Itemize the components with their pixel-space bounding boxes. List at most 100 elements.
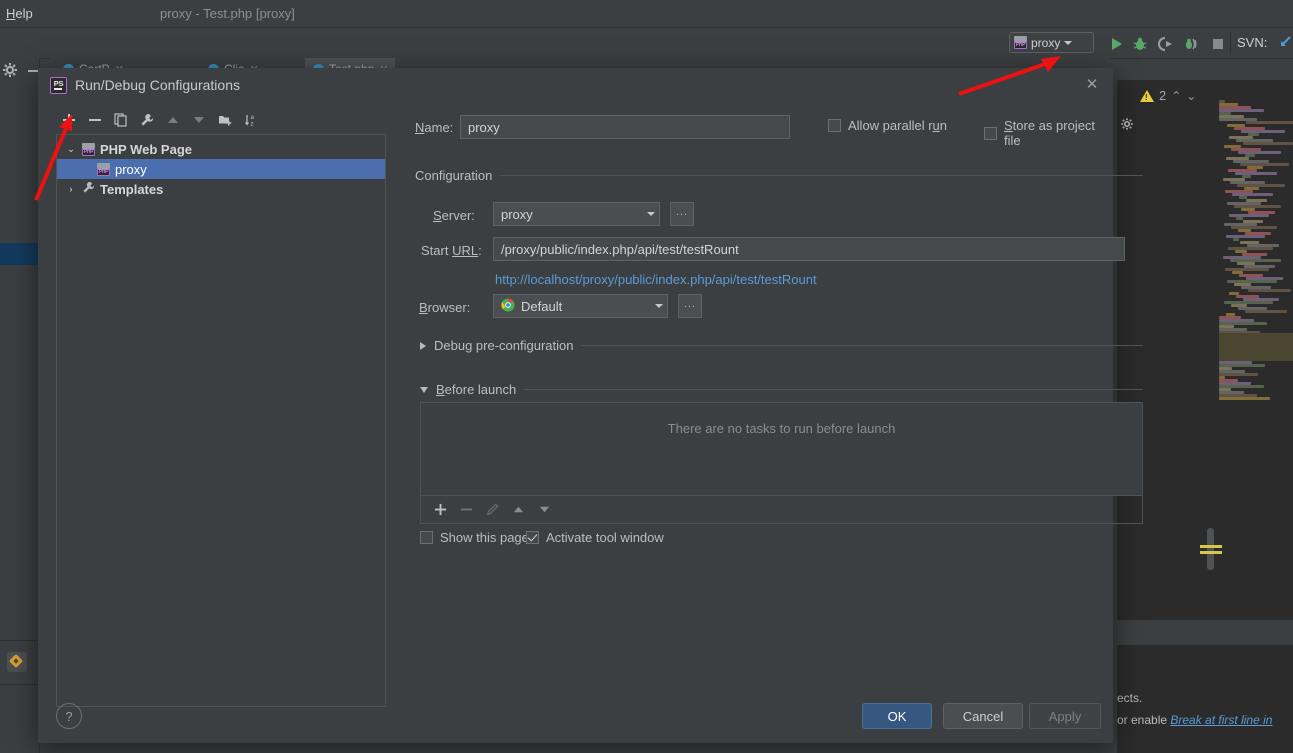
main-toolbar	[0, 28, 1293, 59]
dialog-title: Run/Debug Configurations	[75, 77, 240, 93]
run-with-coverage-icon[interactable]	[1157, 36, 1173, 52]
resolved-url-link[interactable]: http://localhost/proxy/public/index.php/…	[495, 272, 817, 287]
left-tool-strip	[0, 58, 40, 753]
chevron-down-icon[interactable]: ⌄	[65, 144, 77, 155]
start-url-input[interactable]	[493, 237, 1125, 261]
configuration-group-header: Configuration	[415, 168, 1143, 183]
dialog-title-bar: PS Run/Debug Configurations	[38, 68, 1113, 102]
console-line-2-prefix: or enable	[1117, 713, 1170, 727]
chevron-right-icon[interactable]	[420, 342, 426, 350]
menu-bar: HHelpelp proxy - Test.php [proxy]	[0, 0, 1293, 28]
move-task-down-button	[531, 497, 557, 523]
ide-window: HHelpelp proxy - Test.php [proxy] PHP pr…	[0, 0, 1293, 753]
remove-configuration-button[interactable]	[82, 107, 108, 133]
chevron-down-icon	[647, 212, 655, 216]
help-button[interactable]: ?	[56, 703, 82, 729]
bookmark-toggle-button[interactable]	[7, 652, 27, 672]
checkbox-box[interactable]	[526, 531, 539, 544]
tasks-toolbar	[420, 496, 1143, 524]
tree-node-templates[interactable]: › Templates	[57, 179, 385, 199]
ok-button[interactable]: OK	[862, 703, 932, 729]
add-configuration-button[interactable]	[56, 107, 82, 133]
name-input[interactable]	[460, 115, 790, 139]
browser-value: Default	[521, 299, 562, 314]
close-icon[interactable]: ✕	[1083, 76, 1101, 94]
toolbar-divider	[1230, 33, 1231, 53]
chevron-down-icon[interactable]	[420, 387, 428, 393]
checkbox-box[interactable]	[984, 127, 997, 140]
configuration-form: Name: Allow parallel run Store as projec…	[398, 106, 1098, 706]
store-as-project-file-checkbox[interactable]: Store as project file	[984, 118, 1098, 148]
phpstorm-icon: PS	[50, 77, 67, 94]
create-folder-button[interactable]	[212, 107, 238, 133]
activate-tool-window-checkbox[interactable]: Activate tool window	[526, 530, 664, 545]
tasks-empty-text: There are no tasks to run before launch	[668, 421, 896, 436]
run-configuration-selector[interactable]: PHP proxy	[1009, 32, 1094, 53]
tree-node-label: Templates	[100, 182, 163, 197]
remove-task-button	[453, 497, 479, 523]
move-task-up-button	[505, 497, 531, 523]
run-configuration-label: proxy	[1031, 36, 1060, 50]
minimap-marker	[1200, 545, 1222, 548]
svn-label: SVN:	[1237, 35, 1267, 50]
tree-node-label: PHP Web Page	[100, 142, 192, 157]
copy-configuration-button[interactable]	[108, 107, 134, 133]
configuration-tree[interactable]: ⌄ PHP PHP Web Page PHP proxy › Templates	[56, 134, 386, 707]
group-divider	[500, 175, 1143, 176]
gear-icon[interactable]	[2, 62, 18, 78]
move-down-button	[186, 107, 212, 133]
break-at-first-line-link[interactable]: Break at first line in	[1170, 713, 1272, 727]
chevron-right-icon[interactable]: ›	[65, 184, 77, 194]
php-web-page-icon: PHP	[97, 163, 110, 176]
allow-parallel-run-checkbox[interactable]: Allow parallel run	[828, 118, 947, 133]
activate-tool-window-label: Activate tool window	[546, 530, 664, 545]
dialog-footer: ? OK Cancel Apply	[38, 693, 1113, 743]
run-icon[interactable]	[1108, 36, 1124, 52]
debug-preconfiguration-section[interactable]: Debug pre-configuration	[420, 338, 1143, 353]
stop-icon	[1210, 36, 1226, 52]
console-line-1: ects.	[1117, 691, 1142, 705]
tree-node-label: proxy	[115, 162, 147, 177]
project-file-gear-icon[interactable]	[1120, 117, 1136, 133]
add-task-button[interactable]	[427, 497, 453, 523]
move-up-button	[160, 107, 186, 133]
previous-problem-icon[interactable]: ⌃	[1171, 89, 1181, 103]
svn-update-icon[interactable]	[1278, 34, 1293, 50]
cancel-button[interactable]: Cancel	[943, 703, 1023, 729]
tree-node-php-web-page[interactable]: ⌄ PHP PHP Web Page	[57, 139, 385, 159]
group-divider	[524, 389, 1143, 390]
checkbox-box[interactable]	[828, 119, 841, 132]
console-output	[1117, 645, 1293, 753]
before-launch-section[interactable]: Before launch	[420, 382, 1143, 397]
before-launch-tasks-list[interactable]: There are no tasks to run before launch	[420, 402, 1143, 496]
menu-item-help[interactable]: HHelpelp	[6, 6, 33, 21]
sort-configurations-button[interactable]: a z	[238, 107, 264, 133]
chevron-down-icon	[655, 304, 663, 308]
server-combobox[interactable]: proxy	[493, 202, 660, 226]
inspection-status[interactable]: 2 ⌃ ⌄	[1140, 88, 1196, 103]
bookmark-icon	[9, 654, 23, 668]
editor-scrollbar-thumb[interactable]	[1207, 528, 1214, 570]
group-divider	[581, 345, 1143, 346]
php-web-page-icon: PHP	[82, 143, 95, 156]
show-this-page-checkbox[interactable]: Show this page	[420, 530, 529, 545]
browser-combobox[interactable]: Default	[493, 294, 668, 318]
store-as-project-file-label: Store as project file	[1004, 118, 1098, 148]
tree-node-proxy[interactable]: PHP proxy	[57, 159, 385, 179]
warning-triangle-icon	[1140, 90, 1154, 102]
chrome-icon	[501, 298, 515, 315]
next-problem-icon[interactable]: ⌄	[1186, 89, 1196, 103]
chevron-down-icon	[1064, 41, 1072, 45]
left-strip-highlight	[0, 243, 40, 265]
before-launch-label: Before launch	[436, 382, 516, 397]
server-label: Server:	[433, 208, 475, 223]
edit-templates-button[interactable]	[134, 107, 160, 133]
show-this-page-label: Show this page	[440, 530, 529, 545]
debug-icon[interactable]	[1132, 36, 1148, 52]
browser-browse-button[interactable]: ...	[678, 294, 702, 318]
server-browse-button[interactable]: ...	[670, 202, 694, 226]
profile-icon[interactable]	[1182, 36, 1198, 52]
svg-text:z: z	[251, 122, 254, 128]
minimap-marker	[1200, 551, 1222, 554]
checkbox-box[interactable]	[420, 531, 433, 544]
